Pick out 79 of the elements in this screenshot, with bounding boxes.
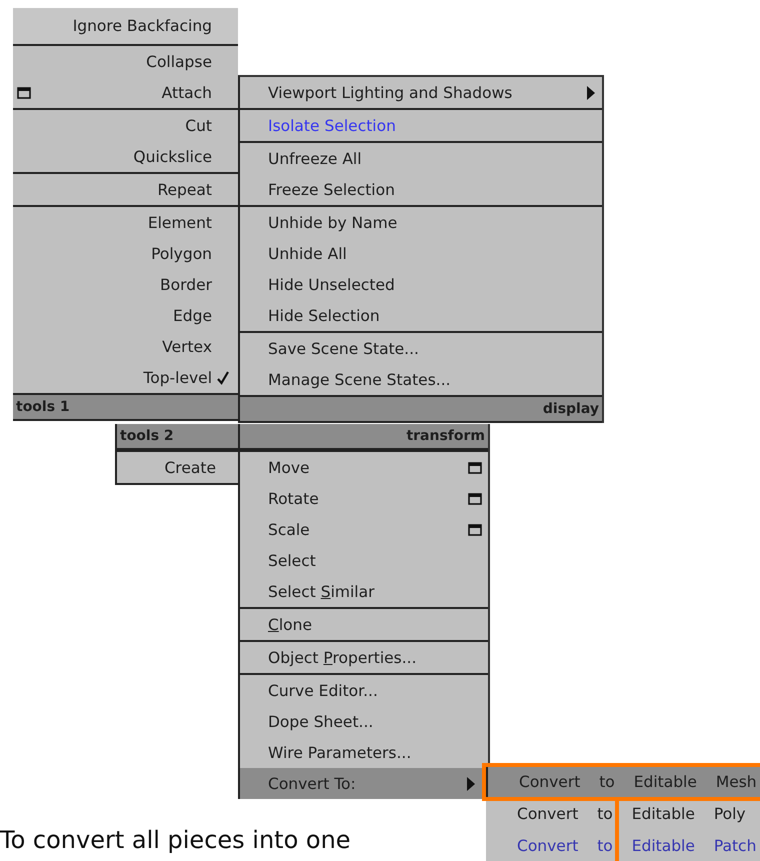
menu-item[interactable]: Wire Parameters... bbox=[240, 737, 488, 768]
menu-item[interactable]: Repeat bbox=[13, 174, 238, 205]
item-label: Quickslice bbox=[133, 148, 212, 166]
item-label: Repeat bbox=[157, 180, 212, 198]
menu-item[interactable]: Unhide by Name bbox=[240, 207, 602, 238]
menu-item[interactable]: Ignore Backfacing bbox=[13, 8, 238, 44]
item-label: Attach bbox=[162, 84, 212, 102]
menu-item[interactable]: Unhide All bbox=[240, 238, 602, 269]
menu-header: tools 2 bbox=[117, 424, 240, 450]
item-label: Cut bbox=[185, 116, 212, 134]
item-label: Save Scene State... bbox=[268, 340, 419, 358]
item-label: Curve Editor... bbox=[268, 682, 378, 700]
menu-item[interactable]: Scale bbox=[240, 514, 488, 545]
menu-item[interactable]: Polygon bbox=[13, 238, 238, 269]
menu-item[interactable]: Border bbox=[13, 269, 238, 300]
window-icon[interactable] bbox=[468, 524, 482, 536]
menu-item[interactable]: Attach bbox=[13, 77, 238, 108]
menu-item[interactable]: Dope Sheet... bbox=[240, 706, 488, 737]
menu-item[interactable]: Element bbox=[13, 207, 238, 238]
item-label: Polygon bbox=[151, 244, 212, 262]
menu-item[interactable]: Edge bbox=[13, 300, 238, 331]
item-label: Hide Unselected bbox=[268, 276, 395, 294]
item-label: Select Similar bbox=[268, 582, 374, 600]
item-label: Element bbox=[148, 214, 212, 232]
menu-item[interactable]: Select Similar bbox=[240, 576, 488, 607]
item-label: Move bbox=[268, 458, 310, 476]
menu-item[interactable]: Cut bbox=[13, 110, 238, 141]
menu-item[interactable]: Select bbox=[240, 545, 488, 576]
menu-item[interactable]: Convert to Editable Mesh bbox=[486, 766, 760, 798]
item-label: Rotate bbox=[268, 490, 319, 508]
menu-item[interactable]: Curve Editor... bbox=[240, 675, 488, 706]
item-label: Ignore Backfacing bbox=[72, 17, 212, 35]
item-label: Isolate Selection bbox=[268, 116, 396, 134]
menu-item[interactable]: Top-level bbox=[13, 362, 238, 393]
item-label: Edge bbox=[172, 306, 212, 324]
window-icon[interactable] bbox=[468, 492, 482, 504]
item-label: Border bbox=[160, 276, 212, 294]
menu-item[interactable]: Isolate Selection bbox=[240, 110, 602, 141]
menu-item[interactable]: Hide Selection bbox=[240, 300, 602, 331]
item-label: Select bbox=[268, 552, 316, 570]
menu-item[interactable]: Convert to Editable Patch bbox=[486, 830, 760, 861]
item-label: Unhide All bbox=[268, 244, 347, 262]
item-label: Manage Scene States... bbox=[268, 370, 451, 388]
item-label: Collapse bbox=[146, 52, 212, 70]
menu-item[interactable]: Hide Unselected bbox=[240, 269, 602, 300]
item-label: Freeze Selection bbox=[268, 180, 395, 198]
item-label: Create bbox=[164, 458, 216, 476]
menu-item[interactable]: Clone bbox=[240, 609, 488, 640]
item-label: Top-level bbox=[143, 368, 212, 386]
menu-item[interactable]: Vertex bbox=[13, 331, 238, 362]
menu-item[interactable]: Save Scene State... bbox=[240, 333, 602, 364]
menu-item[interactable]: Viewport Lighting and Shadows bbox=[240, 77, 602, 108]
menu-item[interactable]: Collapse bbox=[13, 46, 238, 77]
menu-item[interactable]: Move bbox=[240, 452, 488, 483]
menu-header: transform bbox=[240, 424, 488, 450]
menu-item[interactable]: Create bbox=[117, 452, 240, 483]
window-icon[interactable] bbox=[17, 86, 31, 98]
item-label: Dope Sheet... bbox=[268, 712, 374, 730]
caption-text: To convert all pieces into one bbox=[0, 826, 351, 854]
menu-header: display bbox=[240, 395, 602, 423]
item-label: Unfreeze All bbox=[268, 150, 362, 168]
item-label: Hide Selection bbox=[268, 306, 380, 324]
menu-header: tools 1 bbox=[13, 393, 238, 421]
window-icon[interactable] bbox=[468, 462, 482, 474]
menu-item[interactable]: Rotate bbox=[240, 483, 488, 514]
menu-item[interactable]: Convert to Editable Poly bbox=[486, 798, 760, 830]
item-label: Vertex bbox=[162, 338, 212, 356]
item-label: Object Properties... bbox=[268, 648, 417, 666]
item-label: Wire Parameters... bbox=[268, 744, 412, 762]
menu-item[interactable]: Freeze Selection bbox=[240, 174, 602, 205]
menu-item[interactable]: Manage Scene States... bbox=[240, 364, 602, 395]
menu-item[interactable]: Object Properties... bbox=[240, 642, 488, 673]
menu-item[interactable]: Unfreeze All bbox=[240, 143, 602, 174]
item-label: Convert To: bbox=[268, 774, 356, 792]
item-label: Viewport Lighting and Shadows bbox=[268, 84, 512, 102]
item-label: Clone bbox=[268, 616, 312, 634]
item-label: Scale bbox=[268, 520, 310, 538]
menu-item[interactable]: Quickslice bbox=[13, 141, 238, 172]
item-label: Unhide by Name bbox=[268, 214, 398, 232]
